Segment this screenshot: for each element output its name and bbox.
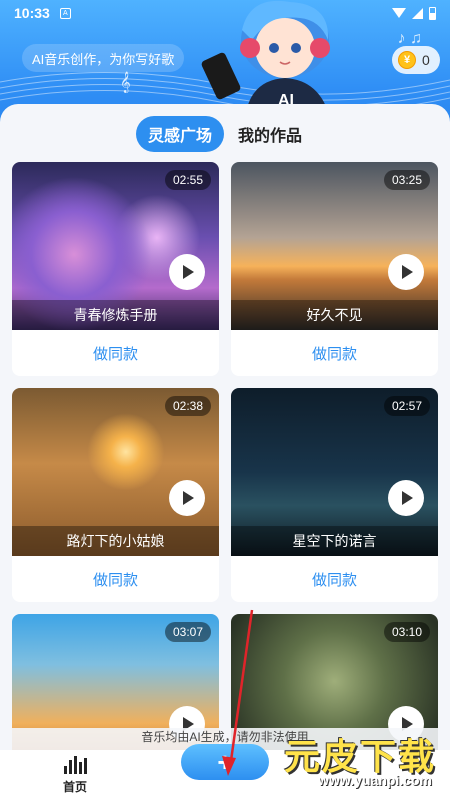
treble-clef-icon: 𝄞	[120, 72, 131, 92]
nav-home[interactable]: 首页	[50, 756, 100, 795]
song-title: 路灯下的小姑娘	[12, 526, 219, 556]
duration-badge: 02:57	[383, 396, 430, 416]
make-same-button[interactable]: 做同款	[12, 556, 219, 602]
tab-my-works[interactable]: 我的作品	[238, 122, 302, 146]
make-same-button[interactable]: 做同款	[231, 556, 438, 602]
song-card[interactable]: 03:25 好久不见 做同款	[231, 162, 438, 376]
signal-icon	[412, 7, 423, 19]
equalizer-icon	[63, 756, 87, 774]
song-title: 好久不见	[231, 300, 438, 330]
watermark: 元皮下载 www.yuanpi.com	[266, 722, 436, 794]
tab-bar: 灵感广场 我的作品	[136, 116, 302, 152]
song-card[interactable]: 02:55 青春修炼手册 做同款	[12, 162, 219, 376]
nav-home-label: 首页	[62, 780, 87, 794]
tagline: AI音乐创作，为你写好歌	[22, 44, 185, 72]
song-title: 青春修炼手册	[12, 300, 219, 330]
watermark-url: www.yuanpi.com	[318, 772, 432, 788]
wifi-icon	[392, 8, 406, 18]
duration-badge: 03:07	[164, 622, 211, 642]
play-icon[interactable]	[169, 480, 205, 516]
duration-badge: 03:25	[383, 170, 430, 190]
battery-icon	[429, 6, 436, 20]
play-icon[interactable]	[169, 254, 205, 290]
coin-icon: ¥	[398, 51, 416, 69]
duration-badge: 03:10	[383, 622, 430, 642]
play-icon[interactable]	[388, 254, 424, 290]
play-icon[interactable]	[388, 480, 424, 516]
coin-count: 0	[422, 52, 430, 68]
status-icons	[392, 6, 436, 20]
duration-badge: 02:38	[164, 396, 211, 416]
song-title: 星空下的诺言	[231, 526, 438, 556]
make-same-button[interactable]: 做同款	[231, 330, 438, 376]
tab-inspiration[interactable]: 灵感广场	[136, 116, 225, 152]
status-time: 10:33	[14, 5, 50, 21]
make-same-button[interactable]: 做同款	[12, 330, 219, 376]
duration-badge: 02:55	[164, 170, 211, 190]
ai-character-illustration: AI	[201, 0, 330, 118]
song-card[interactable]: 02:57 星空下的诺言 做同款	[231, 388, 438, 602]
app-notification-icon: A	[59, 7, 71, 19]
annotation-arrow	[222, 609, 254, 776]
song-card[interactable]: 02:38 路灯下的小姑娘 做同款	[12, 388, 219, 602]
coin-balance[interactable]: ¥ 0	[392, 46, 440, 74]
